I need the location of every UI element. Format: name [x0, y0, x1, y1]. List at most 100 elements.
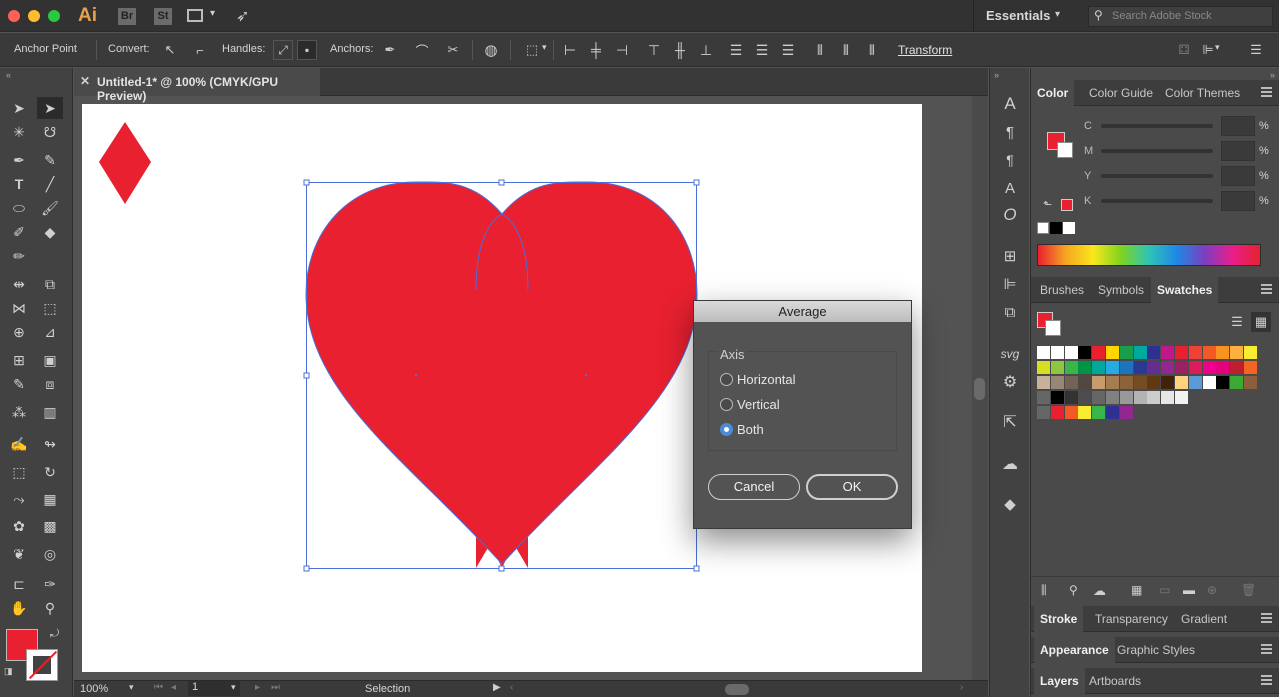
pathfinder-panel-icon[interactable]: ⧉	[998, 300, 1022, 324]
swatch-chip[interactable]	[1202, 346, 1216, 359]
scrollbar-thumb[interactable]	[974, 378, 985, 400]
swatch-chip[interactable]	[1106, 361, 1119, 374]
swatch-chip[interactable]	[1147, 346, 1161, 359]
transform-link[interactable]: Transform	[898, 43, 952, 57]
tab-color-guide[interactable]: Color Guide	[1083, 80, 1159, 106]
swatch-chip[interactable]	[1188, 376, 1202, 389]
width-tool-icon[interactable]: ⋈	[6, 297, 32, 319]
swatch-chip[interactable]	[1230, 376, 1244, 389]
swatch-chip[interactable]	[1037, 361, 1050, 374]
swatch-chip[interactable]	[1216, 346, 1230, 359]
tab-color[interactable]: Color	[1031, 80, 1075, 106]
out-of-gamut-swatch[interactable]	[1061, 199, 1073, 211]
puppet-warp-icon[interactable]: ↬	[37, 433, 63, 455]
scale-tool-icon[interactable]: ⧉	[37, 273, 63, 295]
first-artboard-icon[interactable]: ⏮	[154, 682, 163, 693]
swatch-chip[interactable]	[1092, 391, 1106, 404]
swatch-chip[interactable]	[1161, 376, 1175, 389]
swatch-chip[interactable]	[1050, 406, 1064, 419]
distribute-right-icon[interactable]: ⫴	[862, 40, 882, 60]
export-icon[interactable]: ⇱	[998, 410, 1022, 434]
reshape-icon[interactable]: ↻	[37, 461, 63, 483]
tab-stroke[interactable]: Stroke	[1034, 606, 1084, 632]
swatch-chip[interactable]	[1216, 361, 1230, 374]
maximize-window-button[interactable]	[48, 10, 60, 22]
magic-wand-tool-icon[interactable]: ✳	[6, 121, 32, 143]
diamond-shape[interactable]	[99, 122, 151, 204]
color-stroke-swatch[interactable]	[1057, 142, 1073, 158]
zoom-tool-icon[interactable]: ⚲	[37, 597, 63, 619]
bridge-button[interactable]: Br	[118, 8, 136, 25]
swatch-chip[interactable]	[1188, 361, 1202, 374]
thumbnail-view-icon[interactable]: ▦	[1251, 312, 1271, 332]
free-transform-tool-icon[interactable]: ⬚	[37, 297, 63, 319]
swatch-chip[interactable]	[1133, 391, 1147, 404]
distribute-left-icon[interactable]: ⫴	[810, 40, 830, 60]
black-swatch[interactable]	[1050, 222, 1062, 234]
swatch-chip[interactable]	[1064, 376, 1078, 389]
collapse-panel-icon[interactable]: «	[6, 70, 11, 80]
add-to-library-icon[interactable]: ⚲	[1069, 583, 1078, 597]
show-swatch-kinds-icon[interactable]: ▦	[1131, 583, 1142, 597]
swatch-libraries-icon[interactable]: ⫼	[1041, 583, 1047, 598]
chevron-down-icon[interactable]: ▾	[129, 682, 134, 693]
stroke-color-swatch[interactable]	[26, 649, 58, 681]
spiral-icon[interactable]: ◎	[37, 543, 63, 565]
tab-brushes[interactable]: Brushes	[1034, 277, 1090, 303]
isolate-object-icon[interactable]: ◍	[481, 40, 501, 60]
swatch-chip[interactable]	[1202, 361, 1216, 374]
pen-action-icon[interactable]: ✍	[6, 433, 32, 455]
opentype-panel-icon[interactable]: O	[998, 203, 1022, 227]
mesh-tool-icon[interactable]: ⊞	[6, 349, 32, 371]
artboard-tool-icon[interactable]: ⊏	[6, 573, 32, 595]
swatch-chip[interactable]	[1188, 346, 1202, 359]
pencil-tool-icon[interactable]: ✏	[6, 245, 32, 267]
swatch-chip[interactable]	[1050, 391, 1064, 404]
collapse-right-panels-icon[interactable]: »	[1270, 70, 1275, 80]
pen-tool-icon[interactable]: ✒	[6, 149, 32, 171]
swatch-chip[interactable]	[1230, 346, 1244, 359]
convert-to-corner-icon[interactable]: ↖	[160, 40, 180, 60]
chevron-down-icon[interactable]: ▾	[231, 682, 236, 693]
show-handles-icon[interactable]: ⤢	[273, 40, 293, 60]
swatch-chip[interactable]	[1147, 391, 1161, 404]
ok-button[interactable]: OK	[806, 474, 898, 500]
blend-tool-icon[interactable]: ⧈	[37, 373, 63, 395]
scroll-left-icon[interactable]: ‹	[510, 682, 513, 693]
swatch-chip[interactable]	[1106, 406, 1119, 419]
minimize-window-button[interactable]	[28, 10, 40, 22]
swap-colors-icon[interactable]: ⤾	[50, 628, 59, 641]
document-tab[interactable]: ✕ Untitled-1* @ 100% (CMYK/GPU Preview)	[74, 68, 320, 103]
swatch-chip[interactable]	[1037, 376, 1050, 389]
eraser-tool-icon[interactable]: ◆	[37, 221, 63, 243]
magenta-value[interactable]	[1221, 141, 1255, 161]
vertical-scrollbar[interactable]	[972, 96, 988, 680]
magenta-slider[interactable]	[1101, 149, 1213, 153]
stock-button[interactable]: St	[154, 8, 172, 25]
last-artboard-icon[interactable]: ⏭	[271, 682, 280, 693]
vertical-radio[interactable]	[720, 398, 733, 411]
swatch-chip[interactable]	[1230, 361, 1244, 374]
swatch-chip[interactable]	[1119, 376, 1133, 389]
delete-swatch-icon[interactable]: 🗑︎	[1241, 583, 1256, 597]
list-view-icon[interactable]: ☰	[1227, 312, 1247, 332]
swatch-chip[interactable]	[1106, 391, 1119, 404]
swatch-chip[interactable]	[1133, 346, 1147, 359]
swatch-chip[interactable]	[1175, 391, 1188, 404]
swatch-chip[interactable]	[1119, 406, 1133, 419]
panel-menu-icon[interactable]	[1261, 284, 1272, 294]
swatch-chip[interactable]	[1092, 406, 1106, 419]
slice-tool-icon[interactable]: ✑	[37, 573, 63, 595]
swatch-chip[interactable]	[1078, 406, 1092, 419]
swatch-chip[interactable]	[1119, 346, 1133, 359]
gamut-warning-icon[interactable]: ⬑	[1043, 198, 1052, 211]
swatch-chip[interactable]	[1133, 361, 1147, 374]
butterfly-icon[interactable]: ❦	[6, 543, 32, 565]
shaper-tool-icon[interactable]: ✐	[6, 221, 32, 243]
expand-panels-icon[interactable]: »	[994, 70, 999, 80]
cyan-slider[interactable]	[1101, 124, 1213, 128]
white-swatch[interactable]	[1063, 222, 1075, 234]
both-radio[interactable]	[720, 423, 733, 436]
horizontal-scrollbar-thumb[interactable]	[725, 684, 749, 695]
control-bar-menu-icon[interactable]: ☰	[1246, 40, 1266, 60]
